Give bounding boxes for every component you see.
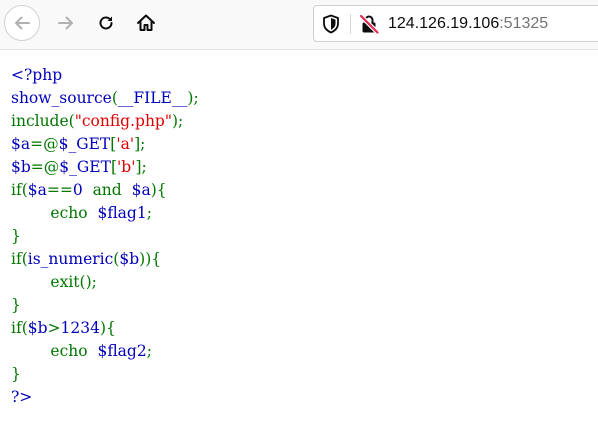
code-token: )){ (139, 250, 162, 268)
code-token: ){ (100, 319, 116, 337)
code-token: ; (146, 342, 152, 360)
code-line: } (11, 225, 199, 248)
code-line: if($b>1234){ (11, 317, 199, 340)
code-token: $_GET (58, 135, 111, 153)
code-token: show_source (11, 89, 112, 107)
code-token: } (11, 296, 21, 314)
code-token: } (11, 227, 21, 245)
arrow-right-icon (58, 16, 73, 30)
code-token: 1234 (60, 319, 100, 337)
code-token: $b (119, 250, 140, 268)
code-line: <?php (11, 64, 199, 87)
code-token: ]; (134, 135, 146, 153)
code-token: ]; (135, 158, 147, 176)
code-line: exit(); (11, 271, 199, 294)
code-line: show_source(__FILE__); (11, 87, 199, 110)
code-token: $a (27, 181, 47, 199)
url-text[interactable]: 124.126.19.106:51325 (388, 14, 548, 34)
code-token: "config.php" (74, 112, 172, 130)
code-token: $flag1 (97, 204, 147, 222)
code-line: ?> (11, 386, 199, 409)
insecure-lock-icon[interactable] (358, 13, 380, 35)
urlbar-separator (350, 14, 351, 34)
code-token: 'a' (116, 135, 135, 153)
code-token: include( (11, 112, 75, 130)
code-line: } (11, 363, 199, 386)
code-line: include("config.php"); (11, 110, 199, 133)
php-source-code: <?php show_source(__FILE__); include("conf… (11, 64, 199, 409)
code-token: $a (11, 135, 31, 153)
code-token: is_numeric (27, 250, 114, 268)
code-token: $a (131, 181, 151, 199)
back-button[interactable] (4, 5, 40, 41)
code-token: =@ (30, 135, 59, 153)
code-token: } (11, 365, 21, 383)
code-line: if(is_numeric($b)){ (11, 248, 199, 271)
code-token: == (46, 181, 73, 199)
address-bar[interactable]: 124.126.19.106:51325 (313, 5, 598, 42)
reload-button[interactable] (88, 5, 124, 41)
code-token: > (47, 319, 61, 337)
code-line: } (11, 294, 199, 317)
code-token: exit (11, 273, 80, 291)
home-button[interactable] (128, 5, 164, 41)
arrow-left-icon (15, 16, 30, 30)
code-token: $b (11, 158, 31, 176)
code-token: $flag2 (97, 342, 147, 360)
code-token: echo (11, 204, 98, 222)
code-token: if( (11, 250, 28, 268)
browser-toolbar: 124.126.19.106:51325 (0, 0, 598, 50)
code-token: ); (171, 112, 184, 130)
code-token: ); (187, 89, 199, 107)
code-token: $_GET (59, 158, 111, 176)
code-token: =@ (30, 158, 60, 176)
code-line: $b=@$_GET['b']; (11, 156, 199, 179)
url-port: :51325 (499, 15, 549, 32)
code-token: ?> (11, 388, 33, 406)
code-token: __FILE__ (117, 89, 188, 107)
code-token: echo (11, 342, 98, 360)
code-token: and (87, 181, 132, 199)
code-token: if( (11, 181, 28, 199)
code-line: $a=@$_GET['a']; (11, 133, 199, 156)
code-token: 'b' (117, 158, 136, 176)
code-line: echo $flag2; (11, 340, 199, 363)
code-line: echo $flag1; (11, 202, 199, 225)
code-token: <?php (11, 66, 63, 84)
code-token: $b (27, 319, 48, 337)
code-token: 0 (72, 181, 88, 199)
reload-icon (99, 16, 113, 30)
code-token: ; (146, 204, 152, 222)
code-token: (); (79, 273, 97, 291)
shield-icon[interactable] (322, 14, 340, 34)
home-icon (137, 14, 155, 31)
code-token: if( (11, 319, 28, 337)
forward-button[interactable] (48, 5, 84, 41)
code-line: if($a==0 and $a){ (11, 179, 199, 202)
url-host: 124.126.19.106 (388, 15, 500, 32)
code-token: ){ (150, 181, 167, 199)
